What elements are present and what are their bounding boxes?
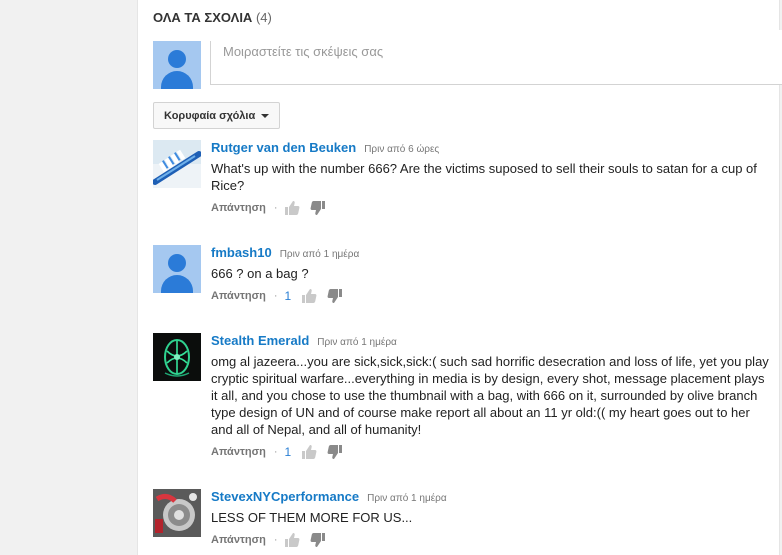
emerald-symbol-avatar-icon — [153, 333, 201, 381]
separator-dot: · — [273, 534, 278, 546]
thumbs-up-icon[interactable] — [284, 532, 300, 548]
comment-time[interactable]: Πριν από 1 ημέρα — [317, 337, 397, 348]
sort-label: Κορυφαία σχόλια — [164, 109, 256, 122]
comment-author[interactable]: Stealth Emerald — [211, 333, 309, 348]
avatar[interactable] — [153, 489, 201, 537]
comment-input[interactable] — [211, 30, 782, 72]
comment-time[interactable]: Πριν από 1 ημέρα — [280, 249, 360, 260]
comment-author[interactable]: Rutger van den Beuken — [211, 140, 356, 155]
comment-text: 666 ? on a bag ? — [211, 266, 309, 281]
comments-count: (4) — [255, 10, 272, 25]
separator-dot: · — [273, 446, 278, 458]
current-user-avatar — [153, 41, 201, 89]
thumbs-up-icon[interactable] — [301, 444, 317, 460]
avatar[interactable] — [153, 333, 201, 381]
comment-time[interactable]: Πριν από 1 ημέρα — [367, 493, 447, 504]
separator-dot: · — [273, 202, 278, 214]
reply-button[interactable]: Απάντηση — [211, 290, 266, 302]
toothbrush-avatar-icon — [153, 140, 201, 188]
thumbs-up-icon[interactable] — [284, 200, 300, 216]
reply-button[interactable]: Απάντηση — [211, 534, 266, 546]
thumbs-up-icon[interactable] — [301, 288, 317, 304]
separator-dot: · — [273, 290, 278, 302]
share-box[interactable] — [210, 30, 782, 85]
reply-button[interactable]: Απάντηση — [211, 202, 266, 214]
like-count: 1 — [284, 289, 292, 303]
comment-text: What's up with the number 666? Are the v… — [211, 161, 757, 193]
caret-down-icon — [261, 113, 270, 118]
thumbs-down-icon[interactable] — [310, 200, 326, 216]
engine-avatar-icon — [153, 489, 201, 537]
comments-title: ΟΛΑ ΤΑ ΣΧΟΛΙΑ — [153, 10, 253, 25]
thumbs-down-icon[interactable] — [327, 288, 343, 304]
reply-button[interactable]: Απάντηση — [211, 446, 266, 458]
like-count: 1 — [284, 445, 292, 459]
comment-author[interactable]: StevexNYCperformance — [211, 489, 359, 504]
avatar[interactable] — [153, 140, 201, 188]
comment-text: LESS OF THEM MORE FOR US... — [211, 510, 413, 525]
comment-text: omg al jazeera...you are sick,sick,sick:… — [211, 354, 769, 437]
comment-time[interactable]: Πριν από 6 ώρες — [364, 144, 439, 155]
sort-dropdown-button[interactable]: Κορυφαία σχόλια — [153, 102, 281, 129]
comments-header: ΟΛΑ ΤΑ ΣΧΟΛΙΑ (4) — [153, 10, 272, 25]
thumbs-down-icon[interactable] — [327, 444, 343, 460]
avatar[interactable] — [153, 245, 201, 293]
thumbs-down-icon[interactable] — [310, 532, 326, 548]
comments-panel: ΟΛΑ ΤΑ ΣΧΟΛΙΑ (4) Κορυφαία σχόλια — [137, 0, 782, 555]
comment-author[interactable]: fmbash10 — [211, 245, 272, 260]
